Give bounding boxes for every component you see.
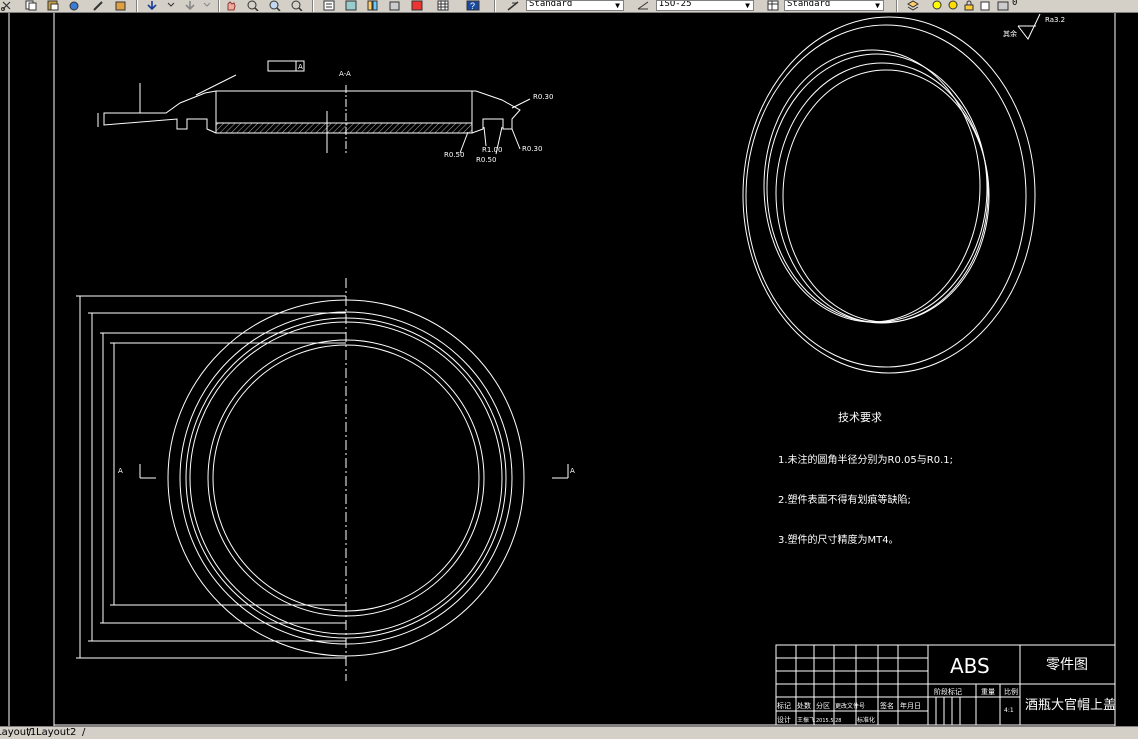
zoom-previous-icon[interactable] [290,0,304,11]
dim-style-icon[interactable] [636,0,650,11]
roughness-symbol: Ra3.2 其余 [1003,13,1065,40]
calculator-icon[interactable] [436,0,450,11]
redo-icon[interactable] [183,0,197,11]
section-hatch-body [215,122,473,134]
undo-dropdown-icon[interactable] [165,0,179,11]
redo-dropdown-icon[interactable] [201,0,215,11]
copy-icon[interactable] [24,0,38,11]
design-center-icon[interactable] [344,0,358,11]
title-material: ABS [950,654,990,678]
iso-view[interactable] [742,16,1036,374]
title-part-name: 酒瓶大官帽上盖 [1025,697,1116,713]
tb-header-date: 年月日 [900,701,921,710]
tb-header-zone: 分区 [816,701,830,710]
iso-body-ellipse-1 [775,62,989,324]
layer-on-icon[interactable] [930,0,944,11]
toolbar: ? Standard ▼ ISO-25 ▼ Standard ▼ 0 [0,0,1138,13]
paste-icon[interactable] [46,0,60,11]
table-style-icon[interactable] [766,0,780,11]
layer-color-icon[interactable] [978,0,992,11]
layer-freeze-icon[interactable] [946,0,960,11]
section-mark-left: A [118,467,123,475]
toolbar-separator [896,0,898,12]
tb-design-date: 2015.5.28 [816,718,841,724]
r100-leader [483,126,487,147]
tool-palettes-icon[interactable] [366,0,380,11]
svg-text:?: ? [470,1,475,11]
markup-icon[interactable] [410,0,424,11]
tb-standardization: 标准化 [857,716,875,724]
tb-scale-value: 4:1 [1004,707,1014,714]
tab-divider: / [82,727,86,738]
iso-rim-ellipse-2 [766,53,988,323]
drawing-canvas[interactable]: A A-A R0.30 R0.50 R1.00 R0.50 R0.30 A A … [0,13,1138,726]
roughness-note: 其余 [1003,29,1017,38]
radius-label-r030-top: R0.30 [533,93,553,101]
tb-scale-label: 比例 [1004,687,1018,696]
tb-header-change-doc: 更改文件号 [835,702,865,710]
undo-icon[interactable] [145,0,159,11]
toolbar-separator [218,0,220,12]
radius-label-r050b: R0.50 [476,156,496,164]
radius-label-r100: R1.00 [482,146,502,154]
r030-leader-bottom [511,128,521,150]
block-editor-icon[interactable] [114,0,128,11]
section-mark-right: A [570,467,575,475]
tb-designer: 王振飞 [797,716,815,724]
sheet-set-icon[interactable] [388,0,402,11]
table-style-select[interactable]: Standard ▼ [784,0,884,11]
roughness-value: Ra3.2 [1045,16,1065,24]
radius-label-r030-bottom: R0.30 [522,145,542,153]
tech-req-item-3: 3.塑件的尺寸精度为MT4。 [778,533,899,546]
toolbar-separator [136,0,138,12]
match-properties-icon[interactable] [68,0,82,11]
brush-icon[interactable] [92,0,106,11]
layer-lock-icon[interactable] [962,0,976,11]
radius-label-r050: R0.50 [444,151,464,159]
title-block: ABS 零件图 酒瓶大官帽上盖 标记 处数 分区 更改文件号 签名 年月日 设计… [775,644,1116,726]
tb-header-count: 处数 [797,701,811,710]
gtol-datum: A [298,63,303,71]
r050-leader [459,131,469,154]
tab-layout2[interactable]: Layout2 [36,727,76,739]
pan-icon[interactable] [224,0,238,11]
title-drawing-type: 零件图 [1046,657,1088,673]
scissors-icon[interactable] [0,0,14,11]
tech-req-title: 技术要求 [838,411,882,424]
section-label: A-A [339,70,351,78]
tb-design-label: 设计 [777,715,791,724]
toolbar-separator [312,0,314,12]
tb-header-mark: 标记 [777,701,791,710]
tech-req-item-1: 1.未注的圆角半径分别为R0.05与R0.1; [778,453,953,466]
layer-properties-icon[interactable] [906,0,920,11]
properties-icon[interactable] [322,0,336,11]
tb-weight: 重量 [981,688,995,696]
text-style-select[interactable]: Standard ▼ [526,0,624,11]
layer-plot-icon[interactable] [996,0,1010,11]
zoom-window-icon[interactable] [268,0,282,11]
tech-req-item-2: 2.塑件表面不得有划痕等缺陷; [778,493,911,506]
section-view[interactable]: A A-A R0.30 R0.50 R1.00 R0.50 R0.30 [97,60,553,164]
iso-outer-inner-ellipse [745,24,1027,368]
layout-tab-bar: Layout1 / Layout2 / [0,726,1138,739]
text-style-icon[interactable] [506,0,520,11]
r030-leader-top [511,98,531,109]
tb-stage-mark: 阶段标记 [934,687,962,696]
tb-header-sign: 签名 [880,701,894,710]
zoom-realtime-icon[interactable] [246,0,260,11]
plan-view[interactable]: A A [76,278,575,681]
technical-requirements: 技术要求 1.未注的圆角半径分别为R0.05与R0.1; 2.塑件表面不得有划痕… [778,411,953,546]
dim-style-select[interactable]: ISO-25 ▼ [656,0,754,11]
tab-divider: / [28,727,32,738]
layer-name[interactable]: 0 [1012,0,1017,8]
help-icon[interactable]: ? [466,0,480,11]
toolbar-separator [494,0,496,12]
